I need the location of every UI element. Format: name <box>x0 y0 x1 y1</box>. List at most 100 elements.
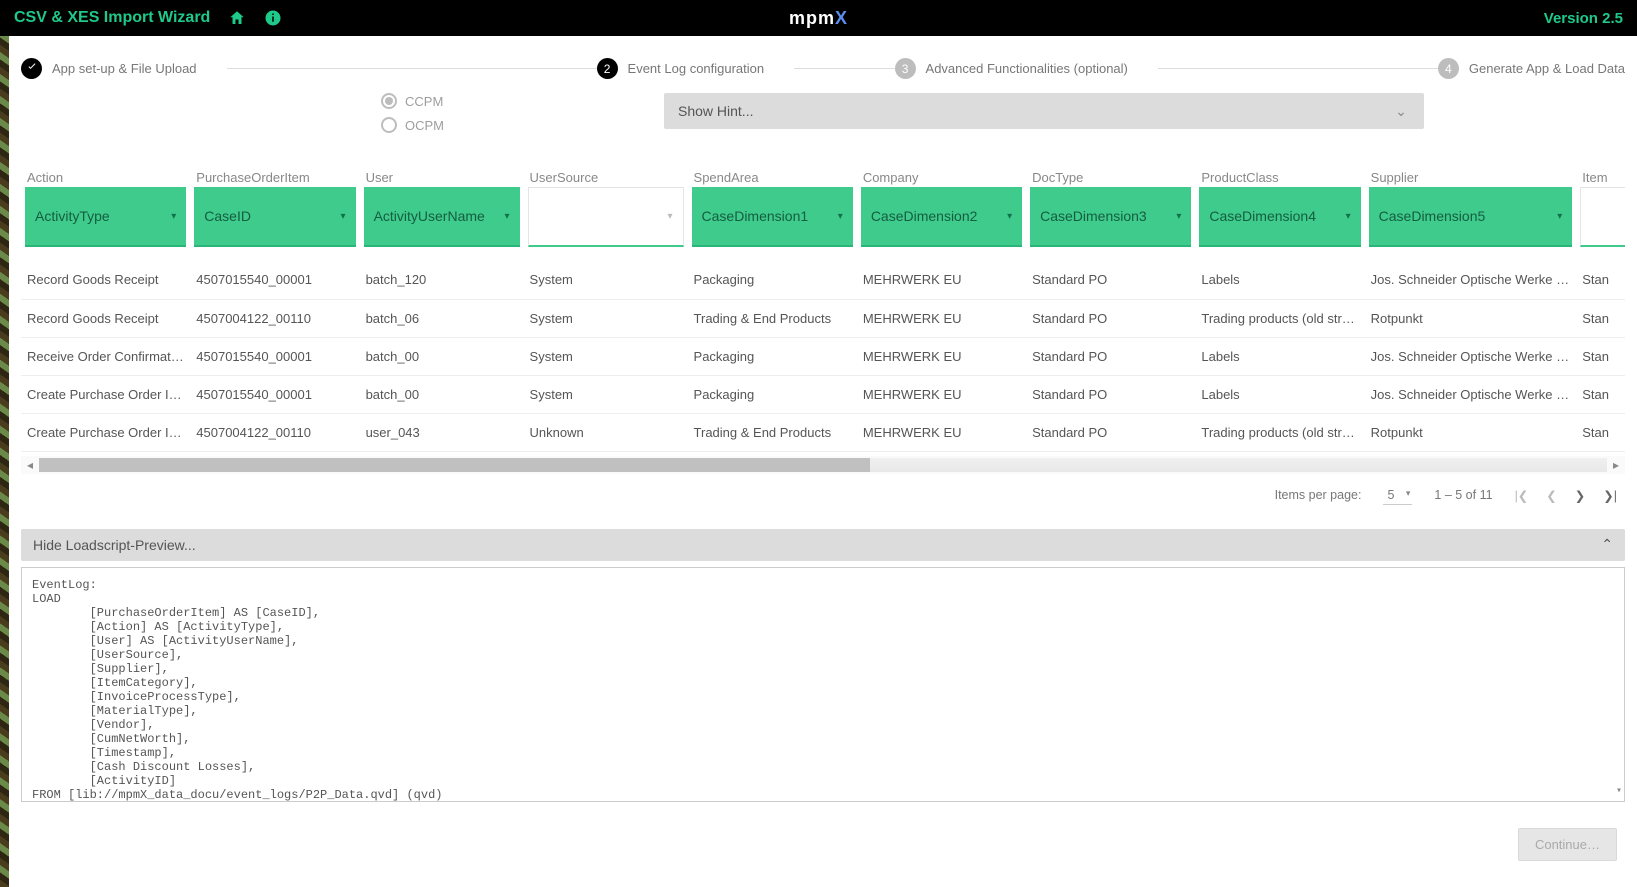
next-page-icon[interactable]: ❯ <box>1575 488 1585 503</box>
table-cell: System <box>524 337 688 375</box>
table-cell: 4507015540_00001 <box>190 337 359 375</box>
source-column-label: ProductClass <box>1195 159 1364 187</box>
scroll-right-icon[interactable]: ▸ <box>1607 458 1625 472</box>
step-idle: 4Generate App & Load Data <box>1438 58 1625 79</box>
hint-accordion[interactable]: Show Hint... ⌄ <box>664 93 1424 129</box>
table-cell: Unknown <box>524 413 688 451</box>
table-cell: Create Purchase Order Item <box>21 413 190 451</box>
mapping-dropdown[interactable]: CaseDimension1 ▾ <box>692 187 853 247</box>
table-row: Receive Order Confirmation4507015540_000… <box>21 337 1625 375</box>
first-page-icon[interactable]: |❮ <box>1515 488 1529 503</box>
mapping-dropdown[interactable]: CaseDimension5▾ <box>1369 187 1573 247</box>
table-cell: Stan <box>1576 375 1625 413</box>
table-cell: batch_00 <box>360 375 524 413</box>
table-cell: 4507004122_00110 <box>190 413 359 451</box>
mapping-selected-label: CaseID <box>204 208 251 224</box>
step-number: 3 <box>895 58 916 79</box>
mapping-dropdown[interactable]: ActivityType ▾ <box>25 187 186 247</box>
continue-button[interactable]: Continue… <box>1518 828 1617 861</box>
table-cell: user_043 <box>360 413 524 451</box>
table-cell: MEHRWERK EU <box>857 299 1026 337</box>
mapping-selected-label: ActivityType <box>35 208 110 224</box>
table-cell: 4507015540_00001 <box>190 261 359 299</box>
mapping-dropdown[interactable]: ▾ <box>528 187 684 247</box>
loadscript-accordion[interactable]: Hide Loadscript-Preview... ⌃ <box>21 529 1625 561</box>
table-cell: MEHRWERK EU <box>857 337 1026 375</box>
table-cell: Standard PO <box>1026 299 1195 337</box>
table-cell: MEHRWERK EU <box>857 413 1026 451</box>
chevron-up-icon: ⌃ <box>1601 536 1613 553</box>
source-column-label: Company <box>857 159 1026 187</box>
step-done[interactable]: App set-up & File Upload <box>21 58 227 79</box>
table-cell: Packaging <box>688 261 857 299</box>
source-column-label: DocType <box>1026 159 1195 187</box>
table-cell: MEHRWERK EU <box>857 375 1026 413</box>
table-cell: Standard PO <box>1026 337 1195 375</box>
scroll-down-icon: ▾ <box>1616 785 1622 797</box>
mapping-dropdown[interactable]: ▾ <box>1580 187 1625 247</box>
table-cell: Packaging <box>688 375 857 413</box>
mapping-selected-label: CaseDimension4 <box>1209 208 1316 224</box>
page-size-select[interactable]: 5 <box>1383 486 1412 505</box>
chevron-down-icon: ▾ <box>171 211 176 222</box>
prev-page-icon[interactable]: ❮ <box>1546 488 1556 503</box>
radio-outer-icon <box>381 93 397 109</box>
radio-ccpm[interactable]: CCPM <box>381 93 444 109</box>
page-range: 1 – 5 of 11 <box>1434 488 1492 502</box>
mapping-dropdown[interactable]: CaseID▾ <box>194 187 355 247</box>
table-cell: Rotpunkt <box>1365 413 1577 451</box>
table-row: Record Goods Receipt4507004122_00110batc… <box>21 299 1625 337</box>
table-cell: Trading products (old structure) <box>1195 413 1364 451</box>
table-cell: Trading & End Products <box>688 413 857 451</box>
radio-ocpm-label: OCPM <box>405 118 444 133</box>
mapping-dropdown[interactable]: CaseDimension4▾ <box>1199 187 1360 247</box>
chevron-down-icon: ▾ <box>505 211 510 222</box>
chevron-down-icon: ▾ <box>1007 211 1012 222</box>
table-cell: Standard PO <box>1026 375 1195 413</box>
chevron-down-icon: ▾ <box>838 211 843 222</box>
mapping-selected-label: CaseDimension5 <box>1379 208 1486 224</box>
table-cell: Labels <box>1195 375 1364 413</box>
loadscript-text: EventLog: LOAD [PurchaseOrderItem] AS [C… <box>32 578 442 802</box>
scroll-track[interactable] <box>39 458 1607 472</box>
horizontal-scrollbar[interactable]: ◂ ▸ <box>21 456 1625 474</box>
brand-logo: mpmX <box>789 8 848 29</box>
step-label: Event Log configuration <box>628 61 765 76</box>
source-column-label: Item <box>1576 159 1625 187</box>
table-cell: batch_06 <box>360 299 524 337</box>
mapping-dropdown[interactable]: CaseDimension3▾ <box>1030 187 1191 247</box>
table-cell: Jos. Schneider Optische Werke GmbH <box>1365 337 1577 375</box>
table-cell: batch_120 <box>360 261 524 299</box>
table-cell: Stan <box>1576 261 1625 299</box>
scroll-left-icon[interactable]: ◂ <box>21 458 39 472</box>
hint-label: Show Hint... <box>678 103 753 119</box>
scroll-thumb[interactable] <box>39 458 870 472</box>
mapping-table: ActionPurchaseOrderItemUserUserSourceSpe… <box>21 159 1625 452</box>
mapping-dropdown[interactable]: ActivityUserName▾ <box>364 187 520 247</box>
table-cell: System <box>524 375 688 413</box>
wizard-stepper: App set-up & File Upload2Event Log confi… <box>21 58 1625 79</box>
table-cell: 4507015540_00001 <box>190 375 359 413</box>
config-controls: CCPM OCPM Show Hint... ⌄ <box>21 93 1625 133</box>
radio-ocpm[interactable]: OCPM <box>381 117 444 133</box>
mapping-selected-label: CaseDimension3 <box>1040 208 1147 224</box>
mapping-dropdown[interactable]: CaseDimension2 ▾ <box>861 187 1022 247</box>
table-cell: MEHRWERK EU <box>857 261 1026 299</box>
home-icon[interactable] <box>228 9 246 27</box>
step-label: App set-up & File Upload <box>52 61 197 76</box>
mapping-selected-label: CaseDimension1 <box>702 208 809 224</box>
source-column-label: Action <box>21 159 190 187</box>
loadscript-preview[interactable]: EventLog: LOAD [PurchaseOrderItem] AS [C… <box>21 567 1625 802</box>
source-column-label: UserSource <box>524 159 688 187</box>
table-cell: Packaging <box>688 337 857 375</box>
loadscript-accordion-label: Hide Loadscript-Preview... <box>33 537 196 553</box>
info-icon[interactable] <box>264 9 282 27</box>
source-column-label: PurchaseOrderItem <box>190 159 359 187</box>
table-cell: Receive Order Confirmation <box>21 337 190 375</box>
last-page-icon[interactable]: ❯| <box>1603 488 1617 503</box>
version-label: Version 2.5 <box>1544 10 1623 27</box>
mapping-selected-label: CaseDimension2 <box>871 208 978 224</box>
table-cell: Record Goods Receipt <box>21 261 190 299</box>
source-column-label: Supplier <box>1365 159 1577 187</box>
table-cell: Labels <box>1195 261 1364 299</box>
